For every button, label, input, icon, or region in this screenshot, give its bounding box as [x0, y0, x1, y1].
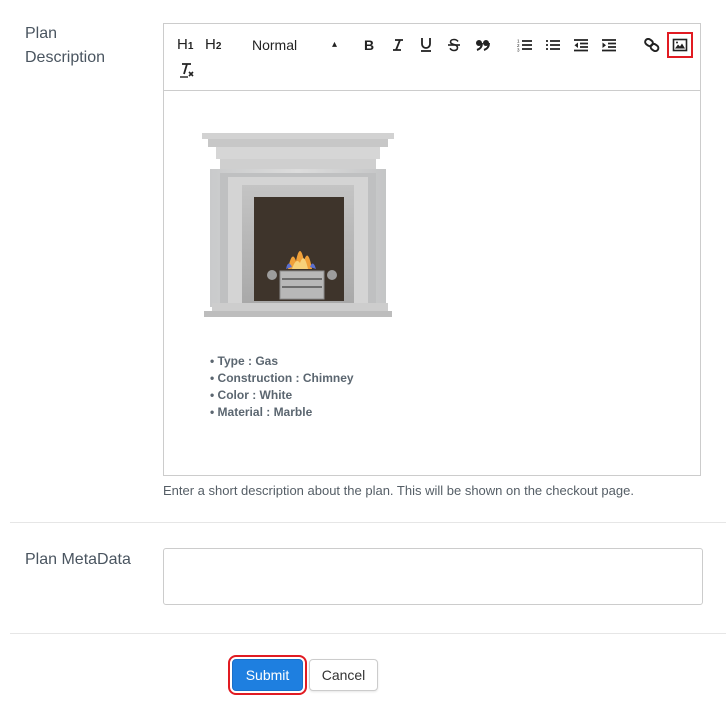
svg-text:B: B — [364, 38, 374, 52]
h2-text: H — [205, 36, 216, 53]
h1-sub: 1 — [187, 41, 194, 52]
plan-metadata-label: Plan MetaData — [25, 551, 131, 568]
plan-metadata-input[interactable] — [163, 548, 703, 605]
h2-sub: 2 — [215, 41, 222, 52]
blockquote-button[interactable] — [475, 38, 491, 52]
clean-format-button[interactable] — [179, 62, 195, 78]
header1-button[interactable]: H1 — [177, 37, 193, 55]
section-divider — [10, 522, 726, 523]
feature-list: Type : Gas Construction : Chimney Color … — [210, 353, 354, 421]
editor-content[interactable]: Type : Gas Construction : Chimney Color … — [164, 91, 700, 475]
quote-icon — [476, 40, 490, 51]
outdent-icon — [574, 39, 588, 52]
h1-text: H — [177, 36, 188, 53]
strike-button[interactable] — [447, 38, 461, 52]
italic-icon — [393, 39, 403, 51]
indent-decrease-button[interactable] — [573, 38, 589, 52]
ordered-list-icon: 123 — [517, 39, 532, 53]
editor-toolbar: H1 H2 Normal ▴ B 123 — [164, 24, 700, 91]
strikethrough-icon — [448, 38, 460, 52]
svg-text:3: 3 — [517, 48, 520, 53]
clear-format-icon — [180, 63, 194, 78]
header2-button[interactable]: H2 — [205, 37, 221, 55]
bold-icon: B — [364, 38, 374, 52]
cancel-button[interactable]: Cancel — [309, 659, 378, 691]
ordered-list-button[interactable]: 123 — [517, 38, 533, 52]
link-button[interactable] — [644, 38, 660, 52]
bullet-list-button[interactable] — [545, 38, 561, 52]
fireplace-image — [202, 133, 394, 317]
format-select[interactable]: Normal ▴ — [252, 37, 337, 53]
select-arrows-icon: ▴ — [331, 39, 337, 50]
underline-button[interactable] — [419, 37, 433, 53]
italic-button[interactable] — [391, 38, 405, 52]
format-select-value: Normal — [252, 37, 298, 53]
submit-button[interactable]: Submit — [228, 655, 307, 695]
indent-icon — [602, 39, 616, 52]
plan-description-label: Plan Description — [25, 22, 105, 70]
feature-item: Color : White — [210, 387, 354, 404]
bold-button[interactable]: B — [363, 38, 377, 52]
indent-increase-button[interactable] — [601, 38, 617, 52]
rich-text-editor: H1 H2 Normal ▴ B 123 • Type: Gas • Cons… — [163, 23, 701, 476]
label-line-2: Description — [25, 49, 106, 66]
feature-item: Type : Gas — [210, 353, 354, 370]
description-help-text: Enter a short description about the plan… — [163, 483, 634, 498]
link-icon — [644, 38, 660, 52]
feature-item: Construction : Chimney — [210, 370, 354, 387]
image-icon — [672, 38, 688, 52]
feature-item: Material : Marble — [210, 404, 354, 421]
bullet-list-icon — [546, 40, 560, 50]
label-line-1: Plan — [25, 25, 58, 42]
underline-icon — [421, 38, 431, 52]
section-divider — [10, 633, 726, 634]
image-button[interactable] — [667, 32, 693, 58]
